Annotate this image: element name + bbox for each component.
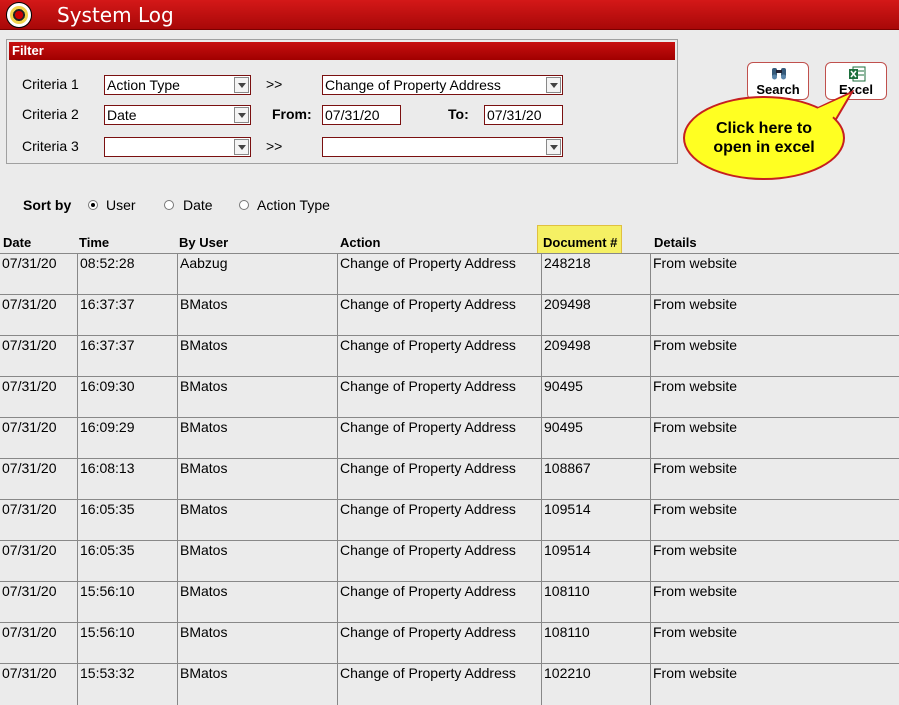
table-cell: 07/31/20 xyxy=(2,296,57,312)
column-header-time[interactable]: Time xyxy=(79,235,109,251)
table-cell: From website xyxy=(650,377,899,418)
column-header-document[interactable]: Document # xyxy=(543,235,617,251)
column-header-details[interactable]: Details xyxy=(654,235,697,251)
table-cell: 07/31/20 xyxy=(2,337,57,353)
table-cell: From website xyxy=(650,295,899,336)
table-cell: Change of Property Address xyxy=(337,254,541,295)
table-row[interactable]: 07/31/20 15:53:32 BMatos Change of Property… xyxy=(0,663,899,705)
table-cell: From website xyxy=(650,541,899,582)
sort-date-label[interactable]: Date xyxy=(183,197,213,213)
table-cell: 16:09:29 xyxy=(77,418,177,459)
table-cell: BMatos xyxy=(177,377,337,418)
table-cell: 108867 xyxy=(541,459,650,500)
table-cell: Change of Property Address xyxy=(337,336,541,377)
table-cell: From website xyxy=(650,418,899,459)
column-header-date[interactable]: Date xyxy=(3,235,31,251)
table-cell: 209498 xyxy=(541,336,650,377)
sort-by-label: Sort by xyxy=(23,197,72,213)
column-header-by-user[interactable]: By User xyxy=(179,235,228,251)
table-cell: 07/31/20 xyxy=(2,460,57,476)
table-cell: 15:53:32 xyxy=(77,664,177,705)
table-cell: From website xyxy=(650,254,899,295)
table-cell: 07/31/20 xyxy=(2,583,57,599)
table-cell: BMatos xyxy=(177,500,337,541)
table-cell: Change of Property Address xyxy=(337,418,541,459)
table-cell: 16:37:37 xyxy=(77,336,177,377)
table-row[interactable]: 07/31/20 16:37:37 BMatos Change of Property… xyxy=(0,294,899,336)
table-cell: BMatos xyxy=(177,664,337,705)
table-cell: BMatos xyxy=(177,295,337,336)
column-header-action[interactable]: Action xyxy=(340,235,380,251)
table-row[interactable]: 07/31/20 16:09:29 BMatos Change of Property… xyxy=(0,417,899,459)
table-cell: Change of Property Address xyxy=(337,377,541,418)
table-cell: Change of Property Address xyxy=(337,541,541,582)
table-cell: 108110 xyxy=(541,582,650,623)
table-cell: 07/31/20 xyxy=(2,624,57,640)
sort-action-type-radio[interactable] xyxy=(239,200,249,210)
table-cell: 109514 xyxy=(541,541,650,582)
table-row[interactable]: 07/31/20 15:56:10 BMatos Change of Property… xyxy=(0,622,899,664)
table-cell: Change of Property Address xyxy=(337,459,541,500)
table-cell: BMatos xyxy=(177,541,337,582)
table-cell: Change of Property Address xyxy=(337,664,541,705)
table-cell: 16:08:13 xyxy=(77,459,177,500)
table-cell: 15:56:10 xyxy=(77,582,177,623)
table-cell: From website xyxy=(650,664,899,705)
table-cell: 16:05:35 xyxy=(77,541,177,582)
table-cell: Aabzug xyxy=(177,254,337,295)
table-cell: 15:56:10 xyxy=(77,623,177,664)
table-cell: BMatos xyxy=(177,623,337,664)
table-cell: 248218 xyxy=(541,254,650,295)
table-cell: 16:09:30 xyxy=(77,377,177,418)
table-cell: From website xyxy=(650,623,899,664)
table-cell: BMatos xyxy=(177,336,337,377)
table-cell: 90495 xyxy=(541,377,650,418)
sort-date-radio[interactable] xyxy=(164,200,174,210)
table-cell: From website xyxy=(650,500,899,541)
table-cell: BMatos xyxy=(177,418,337,459)
sort-user-radio[interactable] xyxy=(88,200,98,210)
table-cell: BMatos xyxy=(177,459,337,500)
table-cell: Change of Property Address xyxy=(337,582,541,623)
table-cell: 07/31/20 xyxy=(2,255,57,271)
table-cell: Change of Property Address xyxy=(337,623,541,664)
table-row[interactable]: 07/31/20 16:08:13 BMatos Change of Property… xyxy=(0,458,899,500)
table-row[interactable]: 07/31/20 16:05:35 BMatos Change of Property… xyxy=(0,499,899,541)
table-cell: From website xyxy=(650,582,899,623)
table-cell: Change of Property Address xyxy=(337,500,541,541)
table-cell: 07/31/20 xyxy=(2,419,57,435)
table-cell: 90495 xyxy=(541,418,650,459)
table-cell: 07/31/20 xyxy=(2,378,57,394)
table-row[interactable]: 07/31/20 15:56:10 BMatos Change of Property… xyxy=(0,581,899,623)
table-cell: 07/31/20 xyxy=(2,665,57,681)
table-cell: BMatos xyxy=(177,582,337,623)
table-cell: 07/31/20 xyxy=(2,501,57,517)
table-row[interactable]: 07/31/20 16:37:37 BMatos Change of Property… xyxy=(0,335,899,377)
table-cell: 102210 xyxy=(541,664,650,705)
table-row[interactable]: 07/31/20 08:52:28 Aabzug Change of Property… xyxy=(0,253,899,295)
callout-tail-cover xyxy=(812,94,850,124)
table-cell: 16:05:35 xyxy=(77,500,177,541)
table-cell: From website xyxy=(650,459,899,500)
table-cell: From website xyxy=(650,336,899,377)
table-row[interactable]: 07/31/20 16:05:35 BMatos Change of Property… xyxy=(0,540,899,582)
table-cell: 07/31/20 xyxy=(2,542,57,558)
table-cell: 16:37:37 xyxy=(77,295,177,336)
table-cell: 209498 xyxy=(541,295,650,336)
table-cell: Change of Property Address xyxy=(337,295,541,336)
table-row[interactable]: 07/31/20 16:09:30 BMatos Change of Property… xyxy=(0,376,899,418)
table-cell: 109514 xyxy=(541,500,650,541)
sort-action-type-label[interactable]: Action Type xyxy=(257,197,330,213)
table-cell: 08:52:28 xyxy=(77,254,177,295)
table-cell: 108110 xyxy=(541,623,650,664)
sort-user-label[interactable]: User xyxy=(106,197,136,213)
